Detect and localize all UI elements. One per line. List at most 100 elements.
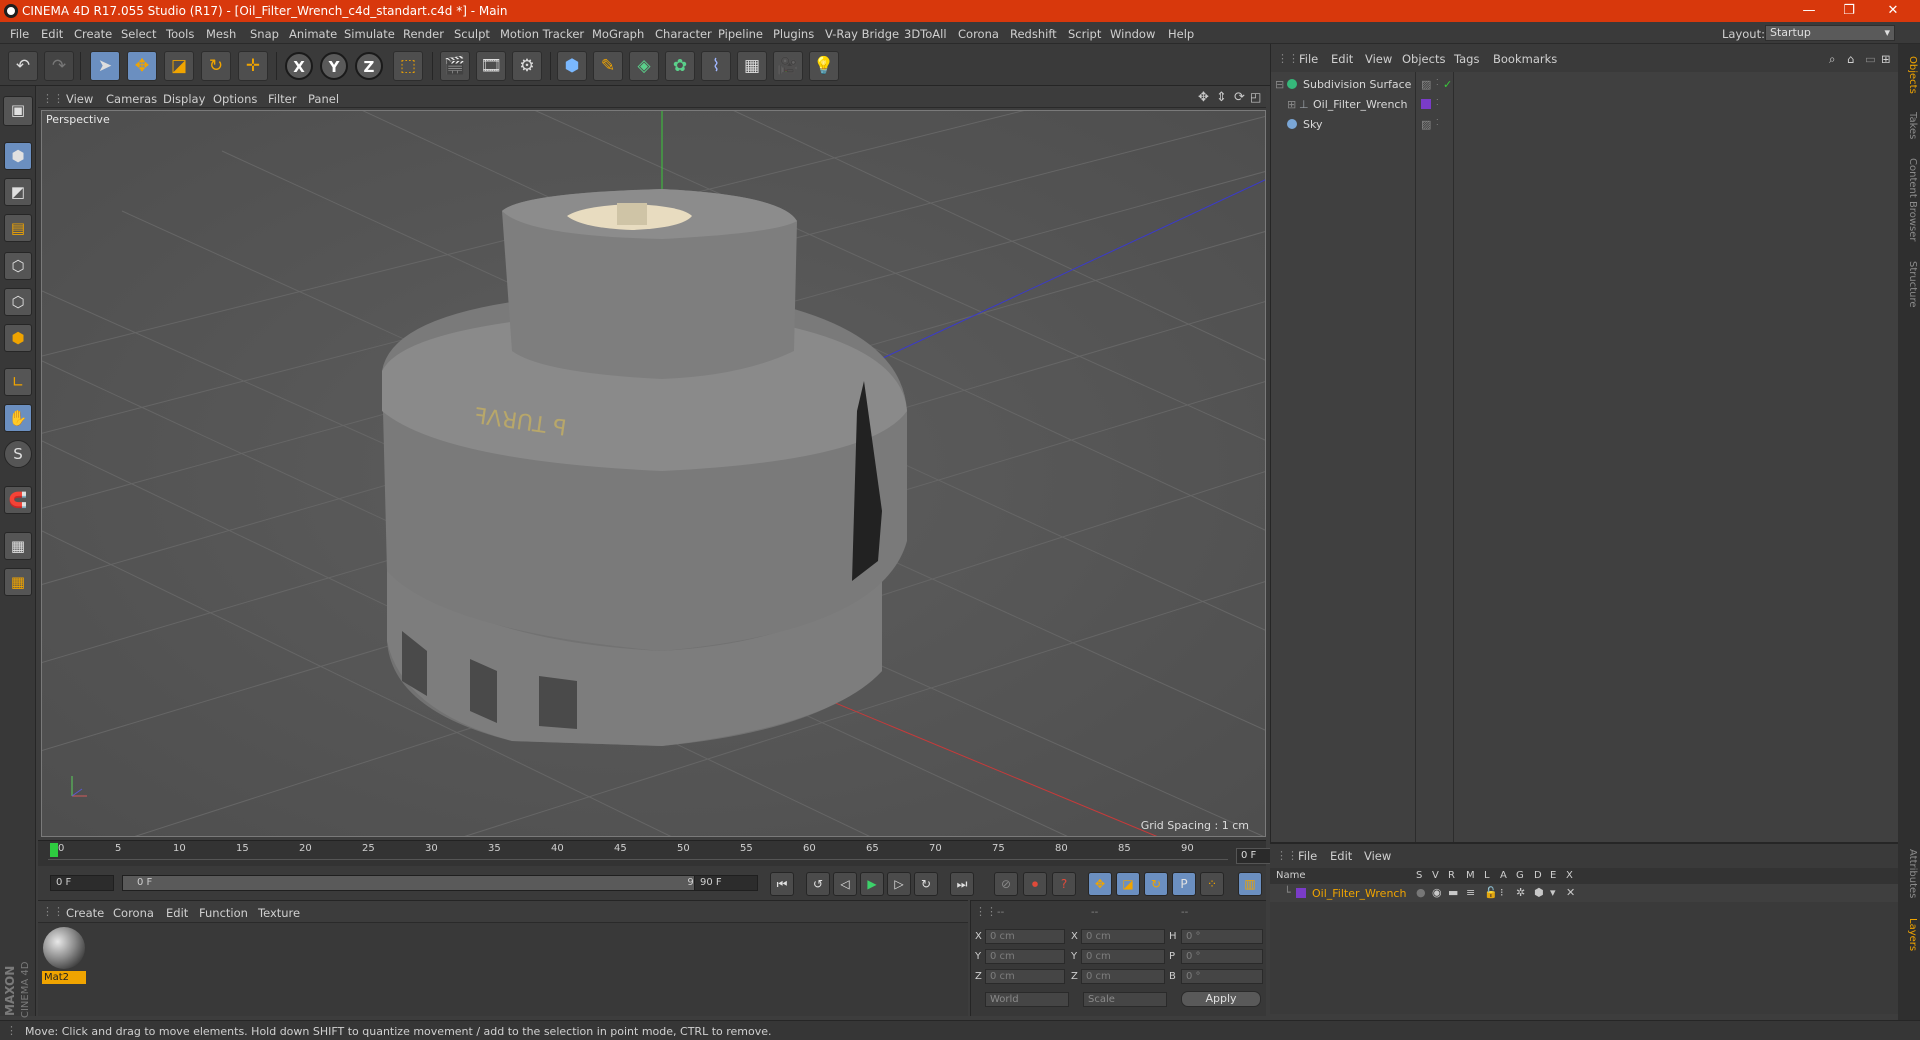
expression-toggle-icon[interactable]: ▾ xyxy=(1550,886,1556,899)
solo-mode-icon[interactable]: S xyxy=(4,440,32,468)
menu-edit[interactable]: Edit xyxy=(41,27,63,41)
material-menu-function[interactable]: Function xyxy=(199,906,248,920)
menu-animate[interactable]: Animate xyxy=(289,27,337,41)
menu-vray-bridge[interactable]: V-Ray Bridge xyxy=(825,27,899,41)
snapping-icon[interactable]: 🧲 xyxy=(4,486,32,514)
tab-structure[interactable]: Structure xyxy=(1900,254,1918,314)
object-menu-file[interactable]: File xyxy=(1299,52,1318,66)
menu-file[interactable]: File xyxy=(10,27,29,41)
position-x-field[interactable]: 0 cm xyxy=(985,929,1065,944)
visibility-dots-icon[interactable]: ⁚ xyxy=(1436,78,1439,87)
texture-mode-icon[interactable]: ◩ xyxy=(4,178,32,206)
solo-toggle-icon[interactable]: ● xyxy=(1416,886,1426,899)
step-forward-icon[interactable]: ▷ xyxy=(887,872,911,896)
timeline-playhead[interactable] xyxy=(50,843,58,857)
search-icon[interactable]: ⌕ xyxy=(1829,52,1835,67)
position-z-field[interactable]: 0 cm xyxy=(985,969,1065,984)
light-object-icon[interactable]: 💡 xyxy=(809,51,839,81)
scale-tool-icon[interactable]: ◪ xyxy=(164,51,194,81)
key-parameter-icon[interactable]: P xyxy=(1172,872,1196,896)
layer-color-swatch[interactable] xyxy=(1421,99,1431,109)
layer-row-oil-filter-wrench[interactable]: └ Oil_Filter_Wrench ● ◉ ▬ ≡ 🔓 ⁝ ✲ ⬢ ▾ ✕ xyxy=(1270,884,1898,902)
object-name[interactable]: Sky xyxy=(1303,118,1322,131)
menu-motion-tracker[interactable]: Motion Tracker xyxy=(500,27,584,41)
xref-toggle-icon[interactable]: ✕ xyxy=(1566,886,1575,899)
viewport-dolly-icon[interactable]: ⇕ xyxy=(1216,90,1227,105)
home-icon[interactable]: ⌂ xyxy=(1847,52,1854,66)
object-menu-edit[interactable]: Edit xyxy=(1331,52,1353,66)
menu-3dtoall[interactable]: 3DToAll xyxy=(904,27,947,41)
viewport-menu-filter[interactable]: Filter xyxy=(268,92,296,106)
minimize-button[interactable]: — xyxy=(1800,2,1818,20)
subdivision-surface-icon[interactable]: ◈ xyxy=(629,51,659,81)
tab-objects[interactable]: Objects xyxy=(1900,50,1918,100)
menu-redshift[interactable]: Redshift xyxy=(1010,27,1057,41)
key-rotation-icon[interactable]: ↻ xyxy=(1144,872,1168,896)
layer-menu-file[interactable]: File xyxy=(1298,849,1317,863)
lock-workplane-icon[interactable]: ▦ xyxy=(4,532,32,560)
menu-character[interactable]: Character xyxy=(655,27,712,41)
generator-toggle-icon[interactable]: ✲ xyxy=(1516,886,1525,899)
tab-content-browser[interactable]: Content Browser xyxy=(1900,150,1918,250)
timeline-window-icon[interactable]: ▥ xyxy=(1238,872,1262,896)
rotate-tool-icon[interactable]: ↻ xyxy=(201,51,231,81)
polygons-mode-icon[interactable]: ⬢ xyxy=(4,324,32,352)
move-tool-icon[interactable]: ✥ xyxy=(127,51,157,81)
menu-window[interactable]: Window xyxy=(1110,27,1155,41)
size-mode-select[interactable]: Scale xyxy=(1083,992,1167,1007)
layer-menu-edit[interactable]: Edit xyxy=(1330,849,1352,863)
size-x-field[interactable]: 0 cm xyxy=(1081,929,1165,944)
restore-button[interactable]: ❐ xyxy=(1840,2,1858,20)
material-menu-texture[interactable]: Texture xyxy=(258,906,300,920)
live-select-icon[interactable]: ➤ xyxy=(90,51,120,81)
z-axis-lock-button[interactable]: Z xyxy=(355,52,383,80)
redo-icon[interactable]: ↷ xyxy=(44,51,74,81)
go-to-start-icon[interactable]: ⏮ xyxy=(770,872,794,896)
tweak-mode-icon[interactable]: ✋ xyxy=(4,404,32,432)
menu-corona[interactable]: Corona xyxy=(958,27,999,41)
autokeying-icon[interactable]: ? xyxy=(1052,872,1076,896)
layout-select[interactable]: Startup ▾ xyxy=(1765,25,1895,41)
layer-menu-view[interactable]: View xyxy=(1364,849,1391,863)
menu-script[interactable]: Script xyxy=(1068,27,1101,41)
viewport-menu-options[interactable]: Options xyxy=(213,92,257,106)
rotation-p-field[interactable]: 0 ° xyxy=(1181,949,1263,964)
viewport-menu-view[interactable]: View xyxy=(66,92,93,106)
object-menu-bookmarks[interactable]: Bookmarks xyxy=(1493,52,1557,66)
record-active-objects-icon[interactable]: ⏺ xyxy=(1023,872,1047,896)
camera-object-icon[interactable]: 🎥 xyxy=(773,51,803,81)
visibility-dots-icon[interactable]: ⁚ xyxy=(1436,118,1439,127)
manager-toggle-icon[interactable]: ≡ xyxy=(1466,886,1475,899)
key-pla-icon[interactable]: ⁘ xyxy=(1200,872,1224,896)
floor-object-icon[interactable]: ▦ xyxy=(737,51,767,81)
start-frame-field[interactable]: 0 F xyxy=(50,875,114,891)
coordinate-mode-select[interactable]: World xyxy=(985,992,1069,1007)
spline-pen-icon[interactable]: ✎ xyxy=(593,51,623,81)
render-settings-icon[interactable]: ⚙ xyxy=(512,51,542,81)
animation-toggle-icon[interactable]: ⁝ xyxy=(1500,886,1504,899)
tree-collapse-icon[interactable]: ⊟ xyxy=(1275,78,1284,91)
layer-tag-icon[interactable]: ▨ xyxy=(1421,78,1431,91)
layer-tag-icon[interactable]: ▨ xyxy=(1421,118,1431,131)
render-view-icon[interactable]: 🎬 xyxy=(440,51,470,81)
transform-tool-icon[interactable]: ✛ xyxy=(238,51,268,81)
expand-icon[interactable]: ⊞ xyxy=(1881,52,1891,66)
material-preview-mat2[interactable] xyxy=(43,927,85,969)
next-key-icon[interactable]: ↻ xyxy=(914,872,938,896)
menu-snap[interactable]: Snap xyxy=(250,27,279,41)
object-row-subdivision-surface[interactable]: ⊟ Subdivision Surface ▨ ⁚ ✓ xyxy=(1271,74,1899,94)
viewport-menu-cameras[interactable]: Cameras xyxy=(106,92,157,106)
planar-workplane-icon[interactable]: ▦ xyxy=(4,568,32,596)
go-to-end-icon[interactable]: ⏭ xyxy=(950,872,974,896)
view-toggle-icon[interactable]: ◉ xyxy=(1432,886,1442,899)
render-picture-viewer-icon[interactable]: 🎞 xyxy=(476,51,506,81)
undo-icon[interactable]: ↶ xyxy=(8,51,38,81)
menu-mograph[interactable]: MoGraph xyxy=(592,27,644,41)
menu-tools[interactable]: Tools xyxy=(166,27,194,41)
viewport-menu-panel[interactable]: Panel xyxy=(308,92,339,106)
material-label[interactable]: Mat2 xyxy=(42,971,86,984)
make-editable-icon[interactable]: ▣ xyxy=(3,96,33,126)
lock-toggle-icon[interactable]: 🔓 xyxy=(1484,886,1498,899)
arrow-icon[interactable]: ▭ xyxy=(1865,52,1876,66)
frame-range-slider[interactable]: 0 F 90 F xyxy=(122,875,718,891)
